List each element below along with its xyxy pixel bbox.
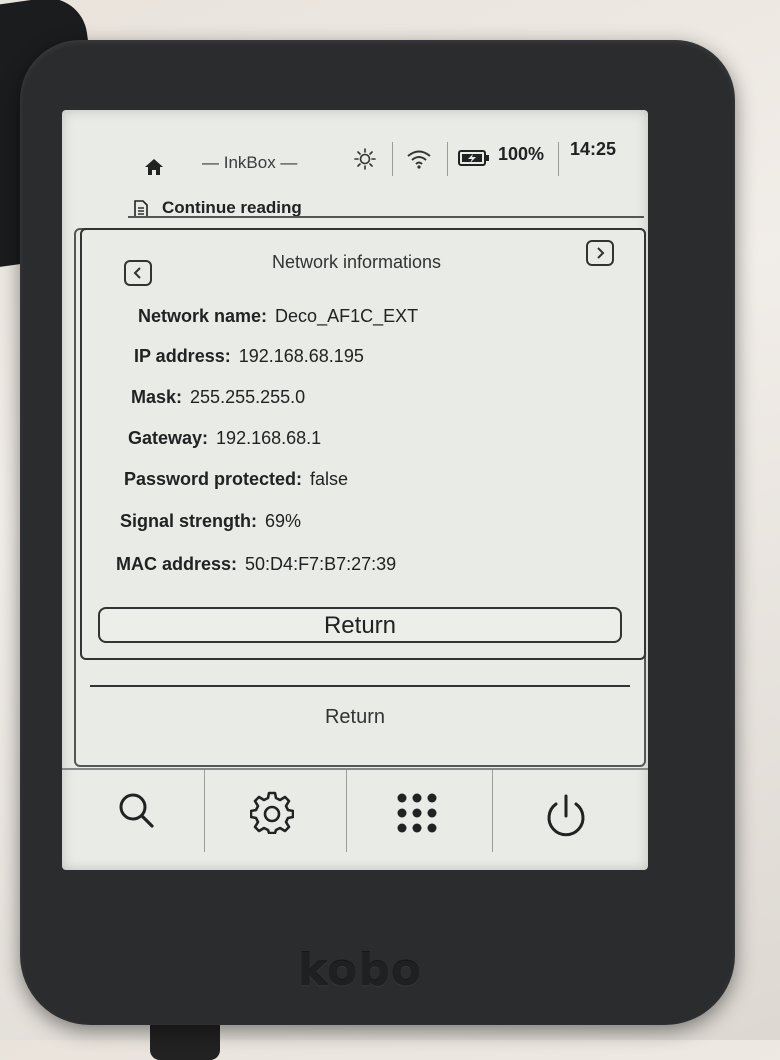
status-separator [558, 142, 559, 176]
field-value: Deco_AF1C_EXT [275, 306, 419, 326]
status-bar: — InkBox — 100% 14:25 [62, 110, 648, 184]
info-row-ip-address: IP address: 192.168.68.195 [134, 346, 364, 367]
field-label: Password protected: [124, 469, 303, 489]
info-row-password-protected: Password protected: false [124, 469, 348, 490]
apps-grid-icon [397, 793, 437, 833]
eink-screen: — InkBox — 100% 14:25 Continue reading R… [62, 110, 648, 870]
status-separator [447, 142, 448, 176]
return-button[interactable]: Return [98, 607, 622, 643]
chevron-right-icon [597, 247, 605, 259]
wifi-icon[interactable] [406, 148, 432, 170]
continue-reading-label: Continue reading [162, 198, 302, 217]
power-button[interactable] [502, 776, 642, 870]
toolbar-separator [204, 770, 205, 852]
dialog-title: Network informations [272, 252, 442, 272]
toolbar-separator [346, 770, 347, 852]
search-icon [119, 793, 154, 828]
clock: 14:25 [570, 139, 617, 159]
field-value: 192.168.68.1 [216, 428, 322, 448]
power-icon [547, 794, 585, 837]
background-return-button[interactable]: Return [62, 706, 648, 729]
field-value: false [310, 469, 349, 489]
apps-button[interactable] [360, 776, 500, 870]
status-separator [392, 142, 393, 176]
kobo-logo: kobo [297, 945, 423, 996]
home-icon[interactable] [144, 158, 164, 176]
field-value: 50:D4:F7:B7:27:39 [245, 554, 397, 574]
field-label: Gateway: [128, 428, 209, 448]
search-button[interactable] [72, 776, 212, 870]
field-label: Mask: [131, 387, 183, 407]
field-label: Network name: [138, 306, 268, 326]
info-row-network-name: Network name: Deco_AF1C_EXT [138, 306, 418, 327]
next-button[interactable] [586, 240, 614, 266]
info-row-signal-strength: Signal strength: 69% [120, 511, 301, 532]
chevron-left-icon [133, 267, 141, 279]
brightness-icon[interactable] [354, 148, 376, 170]
toolbar-divider [62, 768, 648, 770]
info-row-mask: Mask: 255.255.255.0 [131, 387, 305, 408]
field-value: 255.255.255.0 [190, 387, 306, 407]
field-value: 192.168.68.195 [238, 346, 364, 366]
divider [90, 685, 630, 687]
previous-button[interactable] [124, 260, 152, 286]
field-label: IP address: [134, 346, 231, 366]
field-label: MAC address: [116, 554, 238, 574]
info-row-gateway: Gateway: 192.168.68.1 [128, 428, 321, 449]
field-label: Signal strength: [120, 511, 258, 531]
settings-button[interactable] [214, 776, 354, 870]
toolbar-separator [492, 770, 493, 852]
continue-reading[interactable]: Continue reading [134, 196, 644, 222]
battery-charging-icon [458, 150, 489, 166]
divider [128, 216, 644, 218]
app-title: — InkBox — [202, 153, 298, 172]
settings-gear-icon [250, 791, 294, 834]
battery-percentage: 100% [498, 144, 545, 164]
field-value: 69% [265, 511, 302, 531]
info-row-mac-address: MAC address: 50:D4:F7:B7:27:39 [116, 554, 396, 575]
